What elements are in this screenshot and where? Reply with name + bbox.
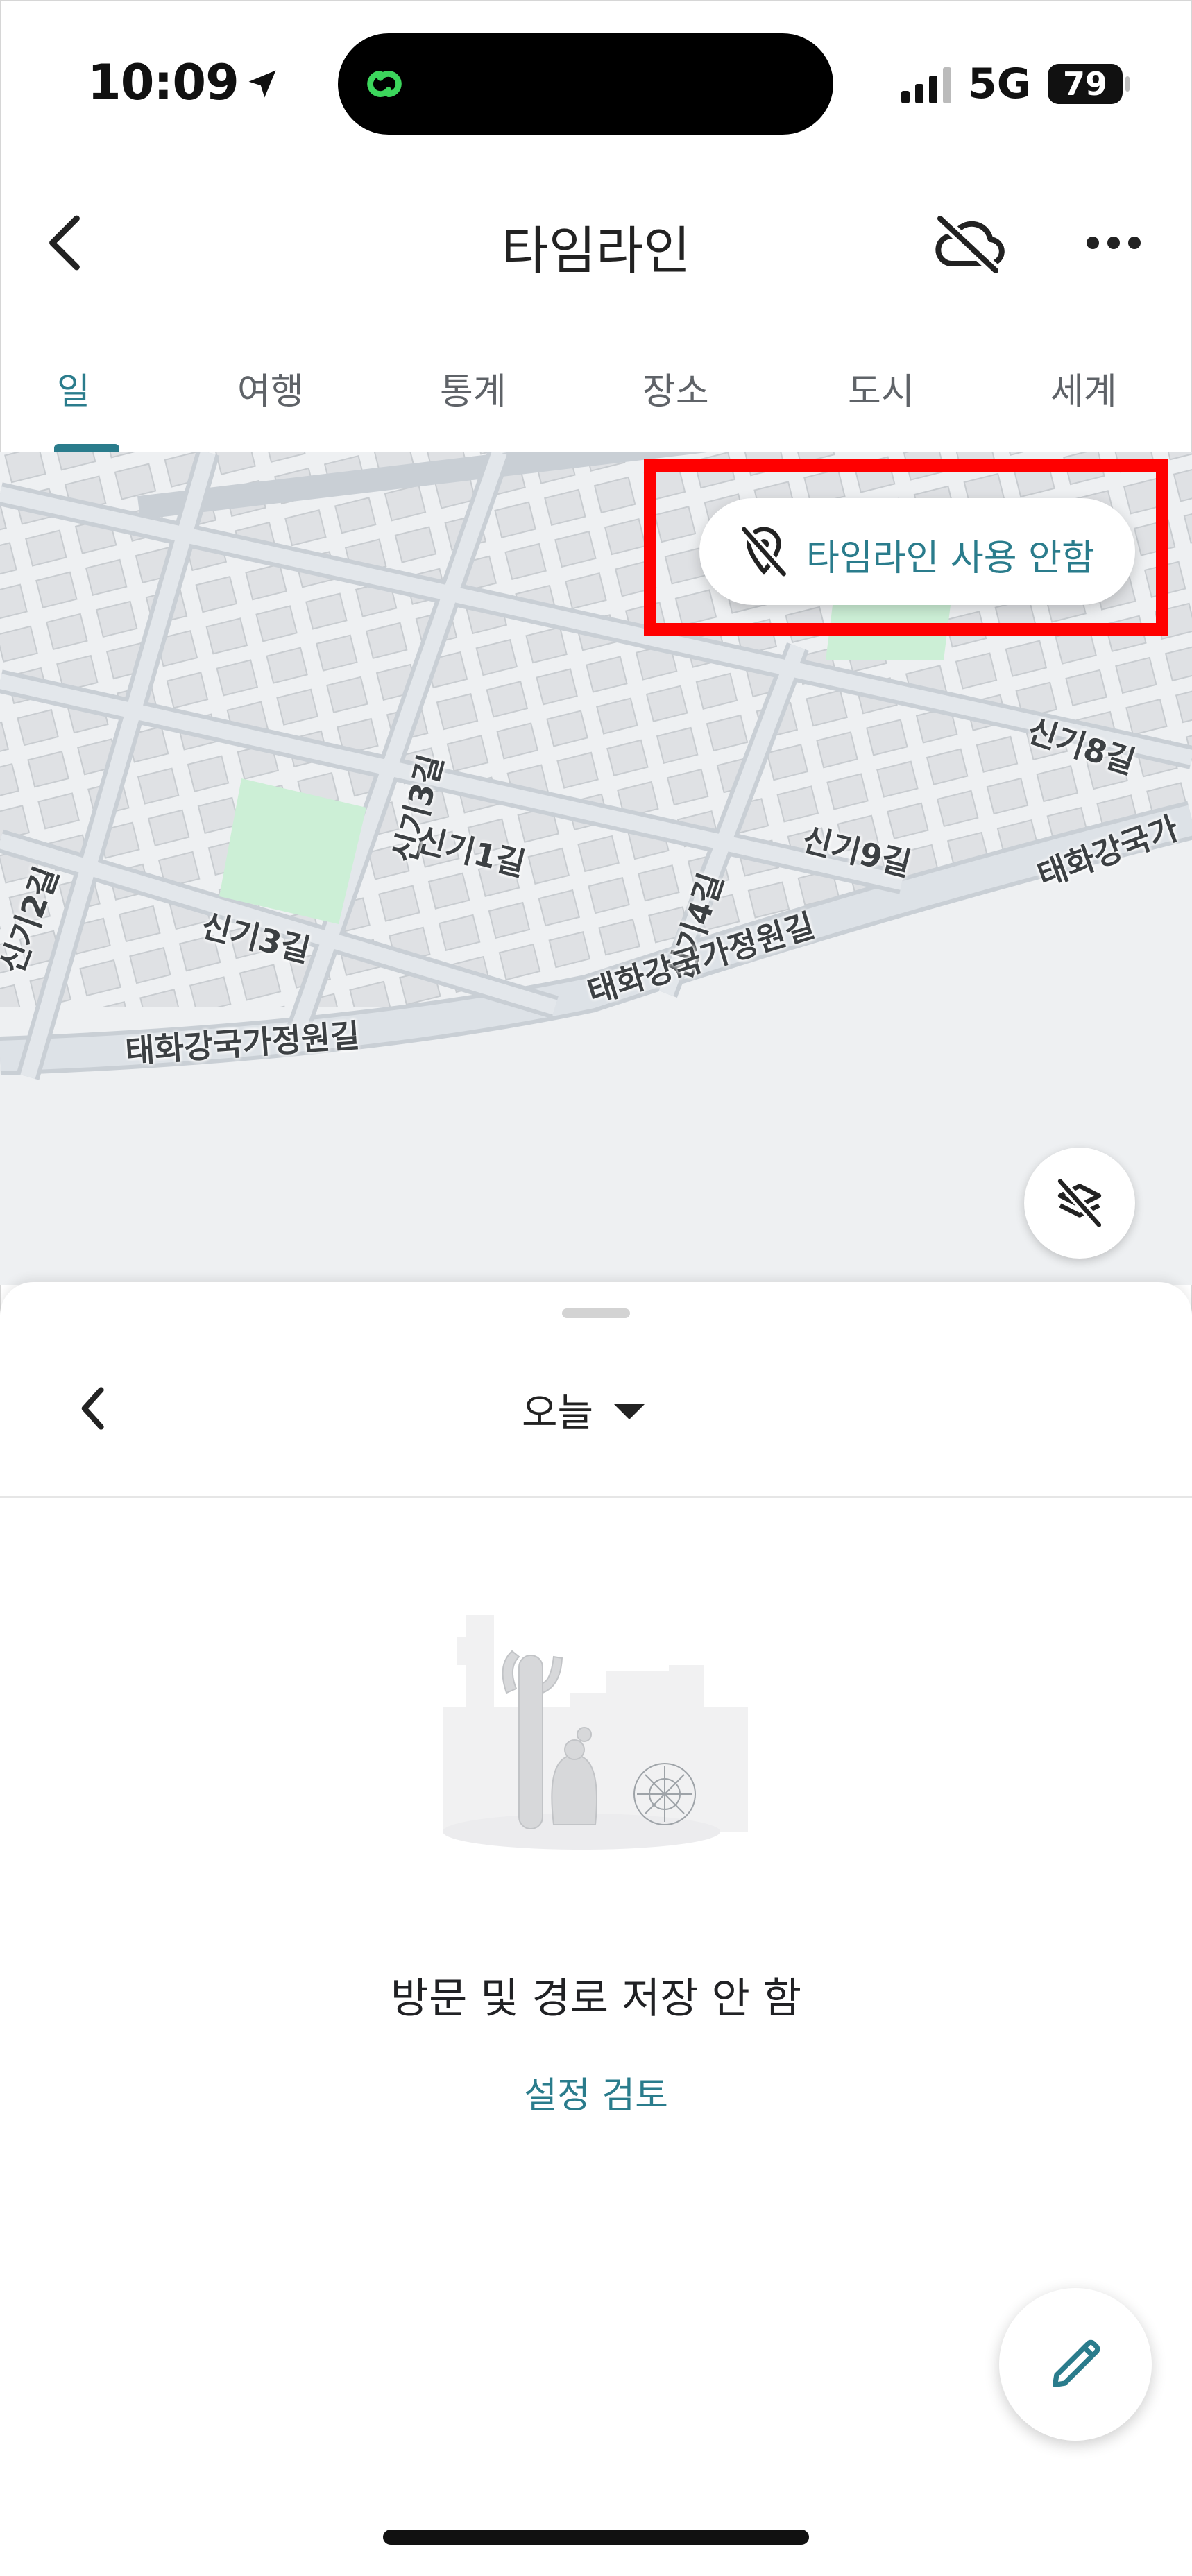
layers-off-icon	[1056, 1177, 1103, 1229]
more-icon[interactable]	[1082, 222, 1145, 264]
tab-bar: 일 여행 통계 장소 도시 세계	[0, 347, 1192, 452]
cloud-off-icon[interactable]	[930, 208, 1006, 278]
network-label: 5G	[968, 60, 1031, 108]
tab-places[interactable]: 장소	[642, 362, 709, 414]
tab-day[interactable]: 일	[57, 362, 90, 414]
status-time: 10:09	[87, 54, 280, 111]
page-title: 타임라인	[501, 221, 691, 281]
home-indicator[interactable]	[383, 2530, 809, 2545]
battery-icon: 79	[1048, 64, 1130, 104]
empty-state-illustration	[443, 1615, 748, 1850]
edit-button[interactable]	[999, 2288, 1152, 2441]
day-label: 오늘	[522, 1391, 594, 1436]
tab-world[interactable]: 세계	[1050, 362, 1117, 414]
previous-day-icon[interactable]	[69, 1381, 118, 1436]
divider	[0, 1496, 1192, 1498]
sheet-drag-handle[interactable]	[562, 1308, 630, 1318]
highlight-box	[644, 459, 1168, 636]
dynamic-island	[338, 33, 833, 135]
status-indicators: 5G 79	[901, 60, 1130, 108]
tab-trips[interactable]: 여행	[237, 362, 304, 414]
day-selector[interactable]: 오늘	[522, 1382, 645, 1438]
link-app-icon	[367, 71, 402, 97]
tab-cities[interactable]: 도시	[848, 362, 914, 414]
tab-indicator	[54, 444, 119, 452]
review-settings-link[interactable]: 설정 검토	[0, 2066, 1192, 2118]
edit-icon	[1053, 2339, 1100, 2387]
location-arrow-icon	[248, 70, 276, 98]
signal-icon	[901, 65, 951, 103]
tab-insights[interactable]: 통계	[440, 362, 506, 414]
empty-state-title: 방문 및 경로 저장 안 함	[390, 1974, 802, 2023]
dropdown-icon	[614, 1404, 645, 1419]
battery-level: 79	[1062, 65, 1107, 103]
layers-off-button[interactable]	[1024, 1148, 1135, 1259]
